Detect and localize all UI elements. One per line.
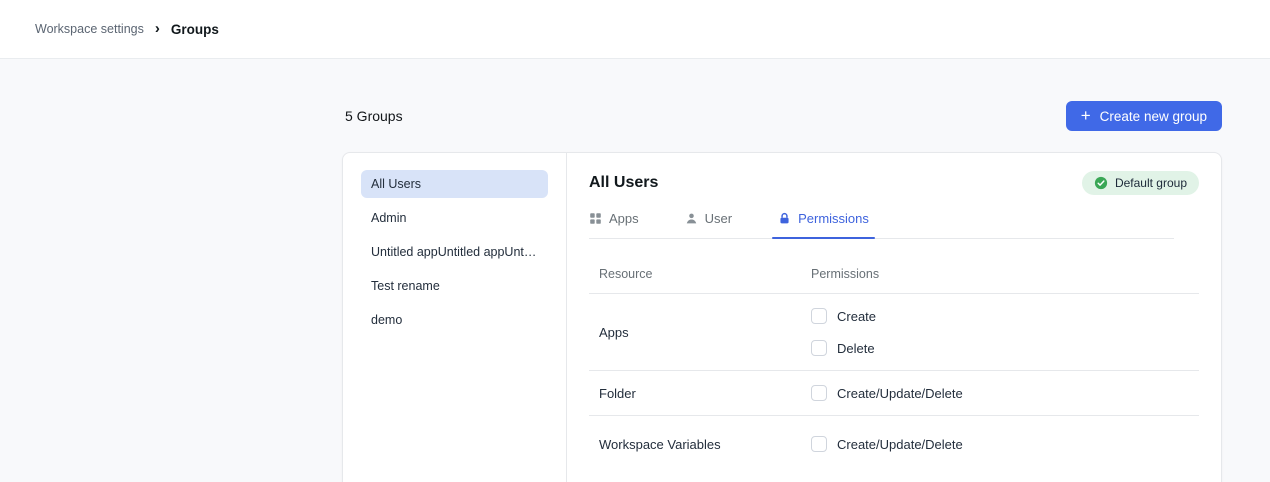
tab-apps-label: Apps [609, 211, 639, 226]
permission-option-apps-delete: Delete [811, 340, 1199, 356]
checkbox-label[interactable]: Create [837, 309, 876, 324]
resource-label: Folder [589, 386, 811, 401]
checkbox-apps-delete[interactable] [811, 340, 827, 356]
group-list: All Users Admin Untitled appUntitled app… [343, 153, 567, 482]
resource-label: Workspace Variables [589, 437, 811, 452]
permission-option-apps-create: Create [811, 308, 1199, 324]
column-header-permissions: Permissions [811, 267, 1199, 281]
chevron-right-icon: › [155, 21, 160, 36]
table-row-apps: Apps Create Delete [589, 294, 1199, 371]
group-title: All Users [589, 174, 658, 192]
group-item-all-users[interactable]: All Users [361, 170, 548, 198]
tab-apps[interactable]: Apps [589, 211, 639, 238]
permissions-table-header: Resource Permissions [589, 267, 1199, 294]
plus-icon: + [1081, 107, 1091, 124]
tab-user[interactable]: User [685, 211, 732, 238]
groups-card: All Users Admin Untitled appUntitled app… [342, 152, 1222, 482]
check-circle-icon [1094, 176, 1108, 190]
grid-icon [589, 212, 602, 225]
resource-label: Apps [589, 325, 811, 340]
tab-permissions-label: Permissions [798, 211, 869, 226]
checkbox-workspace-variables-create-update-delete[interactable] [811, 436, 827, 452]
groups-toolbar: 5 Groups + Create new group [342, 101, 1222, 131]
group-item-test-rename[interactable]: Test rename [361, 272, 548, 300]
breadcrumb-current-groups: Groups [171, 22, 219, 37]
top-header: Workspace settings › Groups [0, 0, 1270, 59]
tab-user-label: User [705, 211, 732, 226]
group-detail-header: All Users Default group [589, 171, 1199, 195]
group-tabs: Apps User Permissions [589, 211, 1174, 239]
checkbox-label[interactable]: Create/Update/Delete [837, 386, 963, 401]
column-header-resource: Resource [589, 267, 811, 281]
lock-icon [778, 212, 791, 225]
checkbox-folder-create-update-delete[interactable] [811, 385, 827, 401]
breadcrumb-workspace-settings[interactable]: Workspace settings [35, 22, 144, 36]
table-row-workspace-variables: Workspace Variables Create/Update/Delete [589, 416, 1199, 466]
groups-page: 5 Groups + Create new group All Users Ad… [342, 101, 1222, 482]
group-item-admin[interactable]: Admin [361, 204, 548, 232]
group-item-untitled-app[interactable]: Untitled appUntitled appUntitle… [361, 238, 548, 266]
table-row-folder: Folder Create/Update/Delete [589, 371, 1199, 416]
user-icon [685, 212, 698, 225]
permissions-table: Resource Permissions Apps Create Delete [589, 267, 1199, 466]
create-new-group-button[interactable]: + Create new group [1066, 101, 1222, 131]
group-detail-panel: All Users Default group Apps [567, 153, 1222, 482]
groups-count: 5 Groups [342, 108, 403, 124]
checkbox-apps-create[interactable] [811, 308, 827, 324]
breadcrumb: Workspace settings › Groups [35, 22, 219, 37]
default-group-badge-label: Default group [1115, 176, 1187, 190]
permission-option-workspace-variables-cud: Create/Update/Delete [811, 436, 1199, 452]
permission-option-folder-cud: Create/Update/Delete [811, 385, 1199, 401]
tab-permissions[interactable]: Permissions [778, 211, 869, 238]
checkbox-label[interactable]: Delete [837, 341, 875, 356]
checkbox-label[interactable]: Create/Update/Delete [837, 437, 963, 452]
default-group-badge: Default group [1082, 171, 1199, 195]
group-item-demo[interactable]: demo [361, 306, 548, 334]
create-new-group-label: Create new group [1100, 109, 1207, 124]
